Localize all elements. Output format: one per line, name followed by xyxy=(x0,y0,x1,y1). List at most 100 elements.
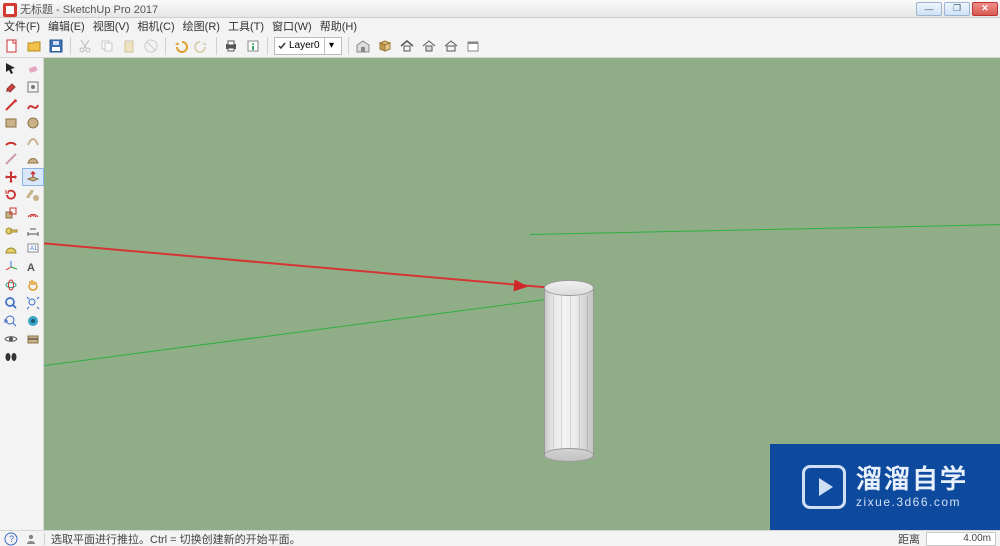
layer-selector[interactable]: Layer0 ▾ xyxy=(274,37,342,55)
preview-button[interactable] xyxy=(441,36,461,56)
component-button[interactable] xyxy=(375,36,395,56)
copy-button[interactable] xyxy=(97,36,117,56)
polygon-tool[interactable] xyxy=(0,150,22,168)
orbit-tool[interactable] xyxy=(0,276,22,294)
red-axis xyxy=(44,242,558,289)
text-tool[interactable]: A1 xyxy=(22,240,44,258)
home-button[interactable] xyxy=(397,36,417,56)
section-tool[interactable] xyxy=(22,330,44,348)
save-button[interactable] xyxy=(46,36,66,56)
undo-button[interactable] xyxy=(170,36,190,56)
separator xyxy=(348,37,349,55)
window-title: 无标题 - SketchUp Pro 2017 xyxy=(20,1,916,17)
zoomext-tool[interactable] xyxy=(22,294,44,312)
3dtext-tool[interactable]: A xyxy=(22,258,44,276)
pan-tool[interactable] xyxy=(22,276,44,294)
layer-visible-icon xyxy=(278,42,286,50)
menubar: 文件(F) 编辑(E) 视图(V) 相机(C) 绘图(R) 工具(T) 窗口(W… xyxy=(0,18,1000,34)
scale-tool[interactable] xyxy=(0,204,22,222)
svg-text:?: ? xyxy=(9,534,14,544)
layer-name: Layer0 xyxy=(289,40,320,51)
warehouse-button[interactable] xyxy=(353,36,373,56)
menu-edit[interactable]: 编辑(E) xyxy=(48,18,85,34)
distance-field[interactable]: 4.00m xyxy=(926,532,996,546)
left-toolbar: A1 A xyxy=(0,58,44,530)
rectangle-tool[interactable] xyxy=(0,114,22,132)
circle-tool[interactable] xyxy=(22,114,44,132)
empty-slot xyxy=(22,348,44,366)
maximize-button[interactable]: ❐ xyxy=(944,2,970,16)
close-button[interactable]: ✕ xyxy=(972,2,998,16)
work-area: A1 A xyxy=(0,58,1000,530)
model-cylinder[interactable] xyxy=(544,280,594,462)
axes-tool[interactable] xyxy=(0,258,22,276)
menu-file[interactable]: 文件(F) xyxy=(4,18,40,34)
menu-help[interactable]: 帮助(H) xyxy=(320,18,357,34)
make-component-tool[interactable] xyxy=(22,78,44,96)
distance-label: 距离 xyxy=(898,531,920,546)
print-button[interactable] xyxy=(221,36,241,56)
redo-button[interactable] xyxy=(192,36,212,56)
paste-button[interactable] xyxy=(119,36,139,56)
delete-button[interactable] xyxy=(141,36,161,56)
zoom-tool[interactable] xyxy=(0,294,22,312)
titlebar: 无标题 - SketchUp Pro 2017 — ❐ ✕ xyxy=(0,0,1000,18)
separator xyxy=(267,37,268,55)
menu-camera[interactable]: 相机(C) xyxy=(137,18,174,34)
prev-view-tool[interactable] xyxy=(0,312,22,330)
rotate-tool[interactable] xyxy=(0,186,22,204)
select-tool[interactable] xyxy=(0,60,22,78)
svg-text:A1: A1 xyxy=(30,246,38,252)
lookaround-tool[interactable] xyxy=(0,330,22,348)
modeling-viewport[interactable]: 溜溜自学 zixue.3d66.com xyxy=(44,58,1000,530)
separator xyxy=(216,37,217,55)
window-controls: — ❐ ✕ xyxy=(916,2,998,16)
watermark-brand: 溜溜自学 xyxy=(856,466,968,492)
red-axis-arrow-icon xyxy=(514,279,529,292)
walk-tool[interactable] xyxy=(0,348,22,366)
open-button[interactable] xyxy=(24,36,44,56)
freehand-tool[interactable] xyxy=(22,96,44,114)
pie-tool[interactable] xyxy=(22,150,44,168)
chevron-down-icon[interactable]: ▾ xyxy=(324,38,338,54)
arc-tool[interactable] xyxy=(0,132,22,150)
separator xyxy=(70,37,71,55)
separator xyxy=(44,533,45,545)
cut-button[interactable] xyxy=(75,36,95,56)
svg-text:A: A xyxy=(27,262,35,274)
tape-tool[interactable] xyxy=(0,222,22,240)
green-axis-far xyxy=(530,218,1000,235)
app-icon xyxy=(2,2,16,16)
green-axis-near xyxy=(44,294,584,373)
user-icon[interactable] xyxy=(24,532,38,546)
cylinder-top xyxy=(544,280,594,296)
addloc-button[interactable] xyxy=(419,36,439,56)
help-icon[interactable]: ? xyxy=(4,532,18,546)
dimension-tool[interactable] xyxy=(22,222,44,240)
pushpull-tool[interactable] xyxy=(22,168,44,186)
watermark: 溜溜自学 zixue.3d66.com xyxy=(770,444,1000,530)
followme-tool[interactable] xyxy=(22,186,44,204)
new-button[interactable] xyxy=(2,36,22,56)
cylinder-body xyxy=(544,288,594,458)
main-toolbar: Layer0 ▾ xyxy=(0,34,1000,58)
separator xyxy=(165,37,166,55)
model-info-button[interactable] xyxy=(243,36,263,56)
move-tool[interactable] xyxy=(0,168,22,186)
paint-tool[interactable] xyxy=(0,78,22,96)
minimize-button[interactable]: — xyxy=(916,2,942,16)
status-hint: 选取平面进行推拉。Ctrl = 切换创建新的开始平面。 xyxy=(51,531,892,546)
line-tool[interactable] xyxy=(0,96,22,114)
protractor-tool[interactable] xyxy=(0,240,22,258)
extensions-button[interactable] xyxy=(463,36,483,56)
watermark-url: zixue.3d66.com xyxy=(856,496,961,508)
eraser-tool[interactable] xyxy=(22,60,44,78)
menu-tools[interactable]: 工具(T) xyxy=(228,18,264,34)
menu-draw[interactable]: 绘图(R) xyxy=(183,18,220,34)
styles-tool[interactable] xyxy=(22,312,44,330)
menu-window[interactable]: 窗口(W) xyxy=(272,18,312,34)
arc2-tool[interactable] xyxy=(22,132,44,150)
menu-view[interactable]: 视图(V) xyxy=(93,18,130,34)
offset-tool[interactable] xyxy=(22,204,44,222)
play-icon xyxy=(802,465,846,509)
